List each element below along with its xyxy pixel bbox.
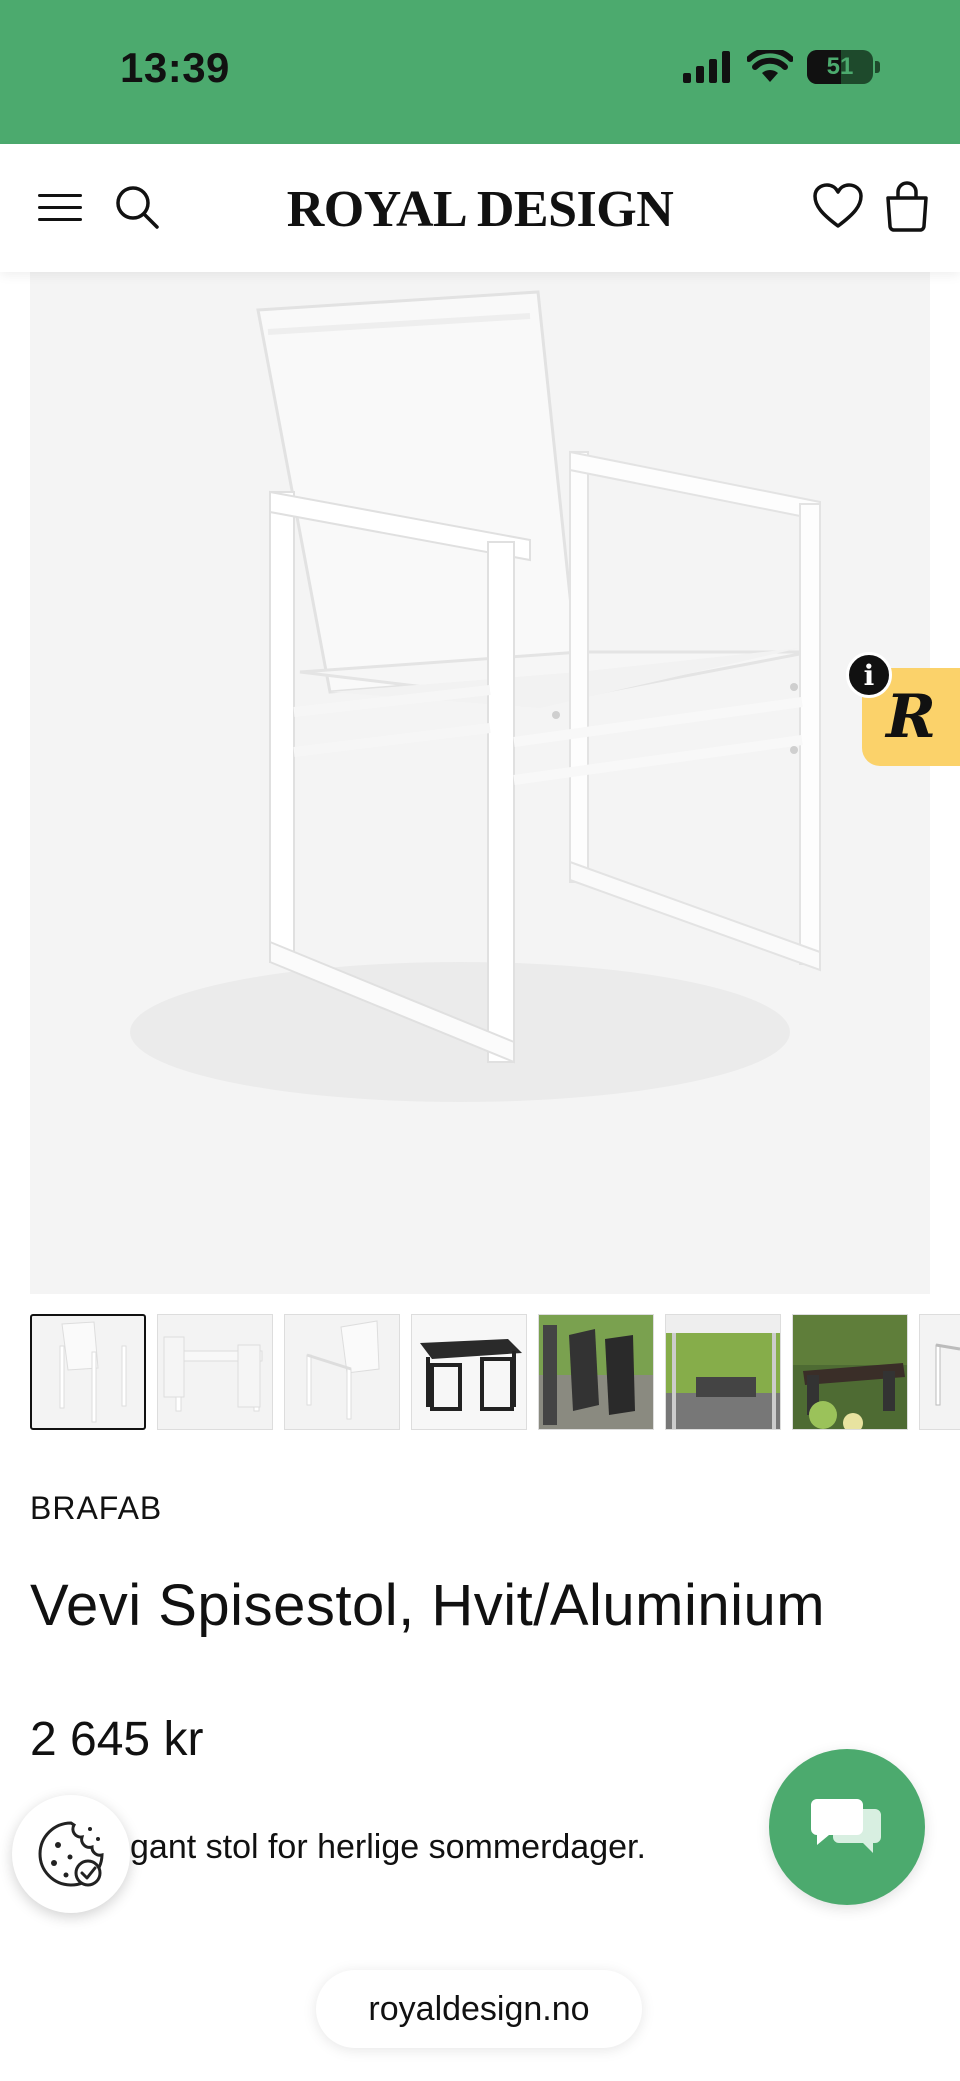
thumbnail-chair-side bbox=[306, 1320, 380, 1420]
product-brand[interactable]: BRAFAB bbox=[30, 1490, 162, 1527]
product-description-text: gant stol for herlige sommerdager. bbox=[130, 1828, 646, 1866]
site-header: ROYAL DESIGN bbox=[0, 144, 960, 272]
cookie-icon bbox=[38, 1821, 104, 1887]
thumbnail-outdoor-chairs bbox=[539, 1315, 653, 1429]
thumbnail-3[interactable] bbox=[284, 1314, 400, 1430]
thumbnail-garden-dining bbox=[793, 1315, 907, 1429]
cookie-settings-button[interactable] bbox=[12, 1795, 130, 1913]
chair-illustration bbox=[130, 290, 821, 1102]
battery-icon: 51 bbox=[807, 50, 873, 84]
thumbnail-4[interactable] bbox=[411, 1314, 527, 1430]
product-price: 2 645 kr bbox=[30, 1713, 204, 1766]
signal-icon bbox=[683, 51, 730, 83]
status-bar: 13:39 51 bbox=[0, 0, 960, 144]
heart-icon[interactable] bbox=[812, 182, 864, 230]
info-icon[interactable]: i bbox=[846, 652, 892, 698]
thumbnail-chair-partial bbox=[935, 1343, 960, 1406]
shopping-bag-icon[interactable] bbox=[884, 180, 930, 232]
chat-icon bbox=[811, 1799, 881, 1853]
thumbnail-2[interactable] bbox=[157, 1314, 273, 1430]
product-thumbnails bbox=[30, 1314, 960, 1432]
thumbnail-7[interactable] bbox=[792, 1314, 908, 1430]
thumbnail-1[interactable] bbox=[30, 1314, 146, 1430]
status-time: 13:39 bbox=[120, 44, 230, 91]
battery-nub bbox=[875, 61, 880, 73]
chat-button[interactable] bbox=[769, 1749, 925, 1905]
status-icons: 51 bbox=[683, 50, 880, 84]
product-main-image[interactable] bbox=[30, 272, 930, 1294]
thumbnail-table-set-white bbox=[163, 1336, 263, 1412]
battery-level: 51 bbox=[826, 53, 854, 80]
thumbnail-6[interactable] bbox=[665, 1314, 781, 1430]
product-title: Vevi Spisestol, Hvit/Aluminium bbox=[30, 1573, 826, 1638]
thumbnail-8[interactable] bbox=[919, 1314, 960, 1430]
thumbnail-table-set-black bbox=[420, 1339, 522, 1411]
header-actions bbox=[812, 180, 930, 232]
thumbnail-chair-white bbox=[59, 1321, 127, 1423]
thumbnail-5[interactable] bbox=[538, 1314, 654, 1430]
thumbnail-pergola bbox=[666, 1315, 780, 1429]
browser-url-bar[interactable]: royaldesign.no bbox=[316, 1970, 642, 2048]
wifi-icon bbox=[747, 50, 793, 82]
